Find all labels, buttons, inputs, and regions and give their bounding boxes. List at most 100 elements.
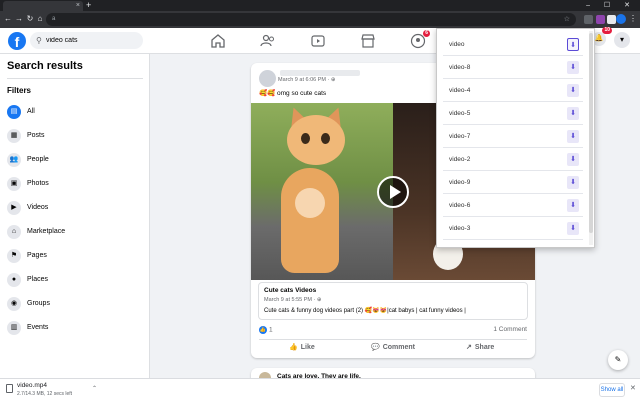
watch-icon[interactable] bbox=[310, 33, 326, 49]
download-icon[interactable]: ⬇ bbox=[567, 84, 579, 97]
kitten-eye bbox=[301, 133, 310, 144]
comment-button[interactable]: 💬 Comment bbox=[371, 343, 415, 355]
download-file-name[interactable]: video.mp4 bbox=[17, 382, 47, 389]
play-icon[interactable] bbox=[377, 176, 409, 208]
download-list-item: video-3 ⬇ bbox=[443, 217, 583, 240]
browser-tab-strip: × + – ☐ ✕ bbox=[0, 0, 640, 11]
address-text: a bbox=[52, 16, 56, 22]
reload-icon[interactable]: ↻ bbox=[25, 14, 35, 24]
home-icon[interactable] bbox=[210, 33, 226, 49]
video-file-name: video-3 bbox=[449, 225, 471, 232]
share-button[interactable]: ↗ Share bbox=[466, 343, 494, 355]
post-author-avatar[interactable] bbox=[259, 70, 276, 87]
comment-count[interactable]: 1 Comment bbox=[493, 326, 527, 333]
download-icon[interactable]: ⬇ bbox=[567, 222, 579, 235]
popup-scrollbar[interactable] bbox=[589, 31, 593, 245]
share-icon: ↗ bbox=[466, 344, 472, 351]
account-menu-icon[interactable]: ▾ bbox=[614, 32, 630, 48]
marketplace-icon: ⌂ bbox=[7, 225, 21, 239]
bookmark-star-icon[interactable]: ☆ bbox=[564, 14, 570, 25]
search-sidebar: Search results Filters ▤ All ▦ Posts 👥 P… bbox=[0, 54, 150, 378]
download-list-item: video-4 ⬇ bbox=[443, 79, 583, 102]
extension-icon[interactable] bbox=[584, 15, 593, 24]
browser-tab[interactable]: × bbox=[3, 1, 83, 11]
post-timestamp[interactable]: March 9 at 6:06 PM · ⊕ bbox=[278, 77, 336, 83]
download-status: 2.7/14.3 MB, 12 secs left bbox=[17, 391, 73, 397]
search-box[interactable]: ⚲ bbox=[30, 32, 143, 49]
comment-label: Comment bbox=[382, 344, 415, 351]
download-list-item: video-6 ⬇ bbox=[443, 194, 583, 217]
new-message-icon[interactable]: ✎ bbox=[608, 350, 628, 370]
close-icon[interactable]: ✕ bbox=[630, 384, 636, 392]
sidebar-item-people[interactable]: 👥 People bbox=[4, 150, 146, 170]
post-text: 🥰🥰 omg so cute cats bbox=[259, 90, 327, 97]
post-divider bbox=[259, 339, 527, 340]
places-icon: ● bbox=[7, 273, 21, 287]
sidebar-item-label: Groups bbox=[27, 300, 50, 307]
video-downloader-extension-icon[interactable] bbox=[596, 15, 605, 24]
home-browser-icon[interactable]: ⌂ bbox=[35, 14, 45, 24]
sidebar-item-label: Events bbox=[27, 324, 49, 331]
sidebar-item-label: People bbox=[27, 156, 49, 163]
browser-menu-icon[interactable]: ⋮ bbox=[629, 14, 637, 24]
like-button[interactable]: 👍 Like bbox=[289, 343, 315, 355]
close-tab-icon[interactable]: × bbox=[76, 1, 80, 11]
kitten-head bbox=[287, 115, 345, 165]
download-list-item: video ⬇ bbox=[443, 33, 583, 56]
shared-post-attachment[interactable]: Cute cats Videos March 9 at 5:55 PM · ⊕ … bbox=[258, 282, 528, 320]
thumbs-up-icon: 👍 bbox=[289, 344, 298, 351]
photos-icon: ▣ bbox=[7, 177, 21, 191]
sidebar-item-pages[interactable]: ⚑ Pages bbox=[4, 246, 146, 266]
download-list-item: video-7 ⬇ bbox=[443, 125, 583, 148]
search-icon: ⚲ bbox=[36, 36, 42, 45]
download-icon[interactable]: ⬇ bbox=[567, 130, 579, 143]
video-file-name: video bbox=[449, 41, 465, 48]
shared-post-title[interactable]: Cute cats Videos bbox=[264, 287, 316, 294]
video-file-name: video-4 bbox=[449, 87, 471, 94]
new-tab-button[interactable]: + bbox=[86, 0, 91, 11]
sidebar-item-videos[interactable]: ▶ Videos bbox=[4, 198, 146, 218]
sidebar-item-posts[interactable]: ▦ Posts bbox=[4, 126, 146, 146]
video-file-name: video-6 bbox=[449, 202, 471, 209]
extensions-puzzle-icon[interactable] bbox=[607, 15, 616, 24]
forward-icon[interactable]: → bbox=[14, 14, 24, 24]
video-file-name: video-9 bbox=[449, 179, 471, 186]
sidebar-item-events[interactable]: ▥ Events bbox=[4, 318, 146, 338]
sidebar-item-label: Posts bbox=[27, 132, 45, 139]
sidebar-item-places[interactable]: ● Places bbox=[4, 270, 146, 290]
scrollbar-thumb[interactable] bbox=[589, 33, 593, 233]
back-icon[interactable]: ← bbox=[3, 14, 13, 24]
download-icon[interactable]: ⬇ bbox=[567, 153, 579, 166]
friends-icon[interactable] bbox=[260, 33, 276, 49]
download-icon[interactable]: ⬇ bbox=[567, 176, 579, 189]
address-bar[interactable]: a ☆ bbox=[46, 13, 576, 26]
sidebar-item-label: All bbox=[27, 108, 35, 115]
posts-icon: ▦ bbox=[7, 129, 21, 143]
groups-icon[interactable]: 6 bbox=[410, 30, 430, 49]
download-icon[interactable]: ⬇ bbox=[567, 107, 579, 120]
post-author-name-redacted[interactable] bbox=[280, 70, 360, 76]
share-label: Share bbox=[474, 344, 495, 351]
sidebar-item-photos[interactable]: ▣ Photos bbox=[4, 174, 146, 194]
sidebar-item-marketplace[interactable]: ⌂ Marketplace bbox=[4, 222, 146, 242]
sidebar-item-label: Places bbox=[27, 276, 49, 283]
profile-avatar[interactable] bbox=[616, 14, 626, 24]
file-icon bbox=[6, 384, 13, 393]
download-icon[interactable]: ⬇ bbox=[567, 38, 579, 51]
show-all-button[interactable]: Show all bbox=[599, 383, 625, 397]
download-icon[interactable]: ⬇ bbox=[567, 199, 579, 212]
sidebar-item-all[interactable]: ▤ All bbox=[4, 102, 146, 122]
sidebar-item-groups[interactable]: ◉ Groups bbox=[4, 294, 146, 314]
reaction-count[interactable]: 👍 1 bbox=[259, 326, 273, 334]
sidebar-title: Search results bbox=[7, 60, 83, 72]
download-list-item: video-2 ⬇ bbox=[443, 148, 583, 171]
groups-icon: ◉ bbox=[7, 297, 21, 311]
download-icon[interactable]: ⬇ bbox=[567, 61, 579, 74]
sidebar-item-label: Pages bbox=[27, 252, 47, 259]
marketplace-icon[interactable] bbox=[360, 33, 376, 49]
window-controls[interactable]: – ☐ ✕ bbox=[586, 0, 636, 11]
search-input[interactable] bbox=[46, 34, 138, 47]
facebook-logo[interactable]: f bbox=[8, 32, 26, 50]
chevron-up-icon[interactable]: ⌃ bbox=[92, 385, 97, 392]
video-file-name: video-2 bbox=[449, 156, 471, 163]
